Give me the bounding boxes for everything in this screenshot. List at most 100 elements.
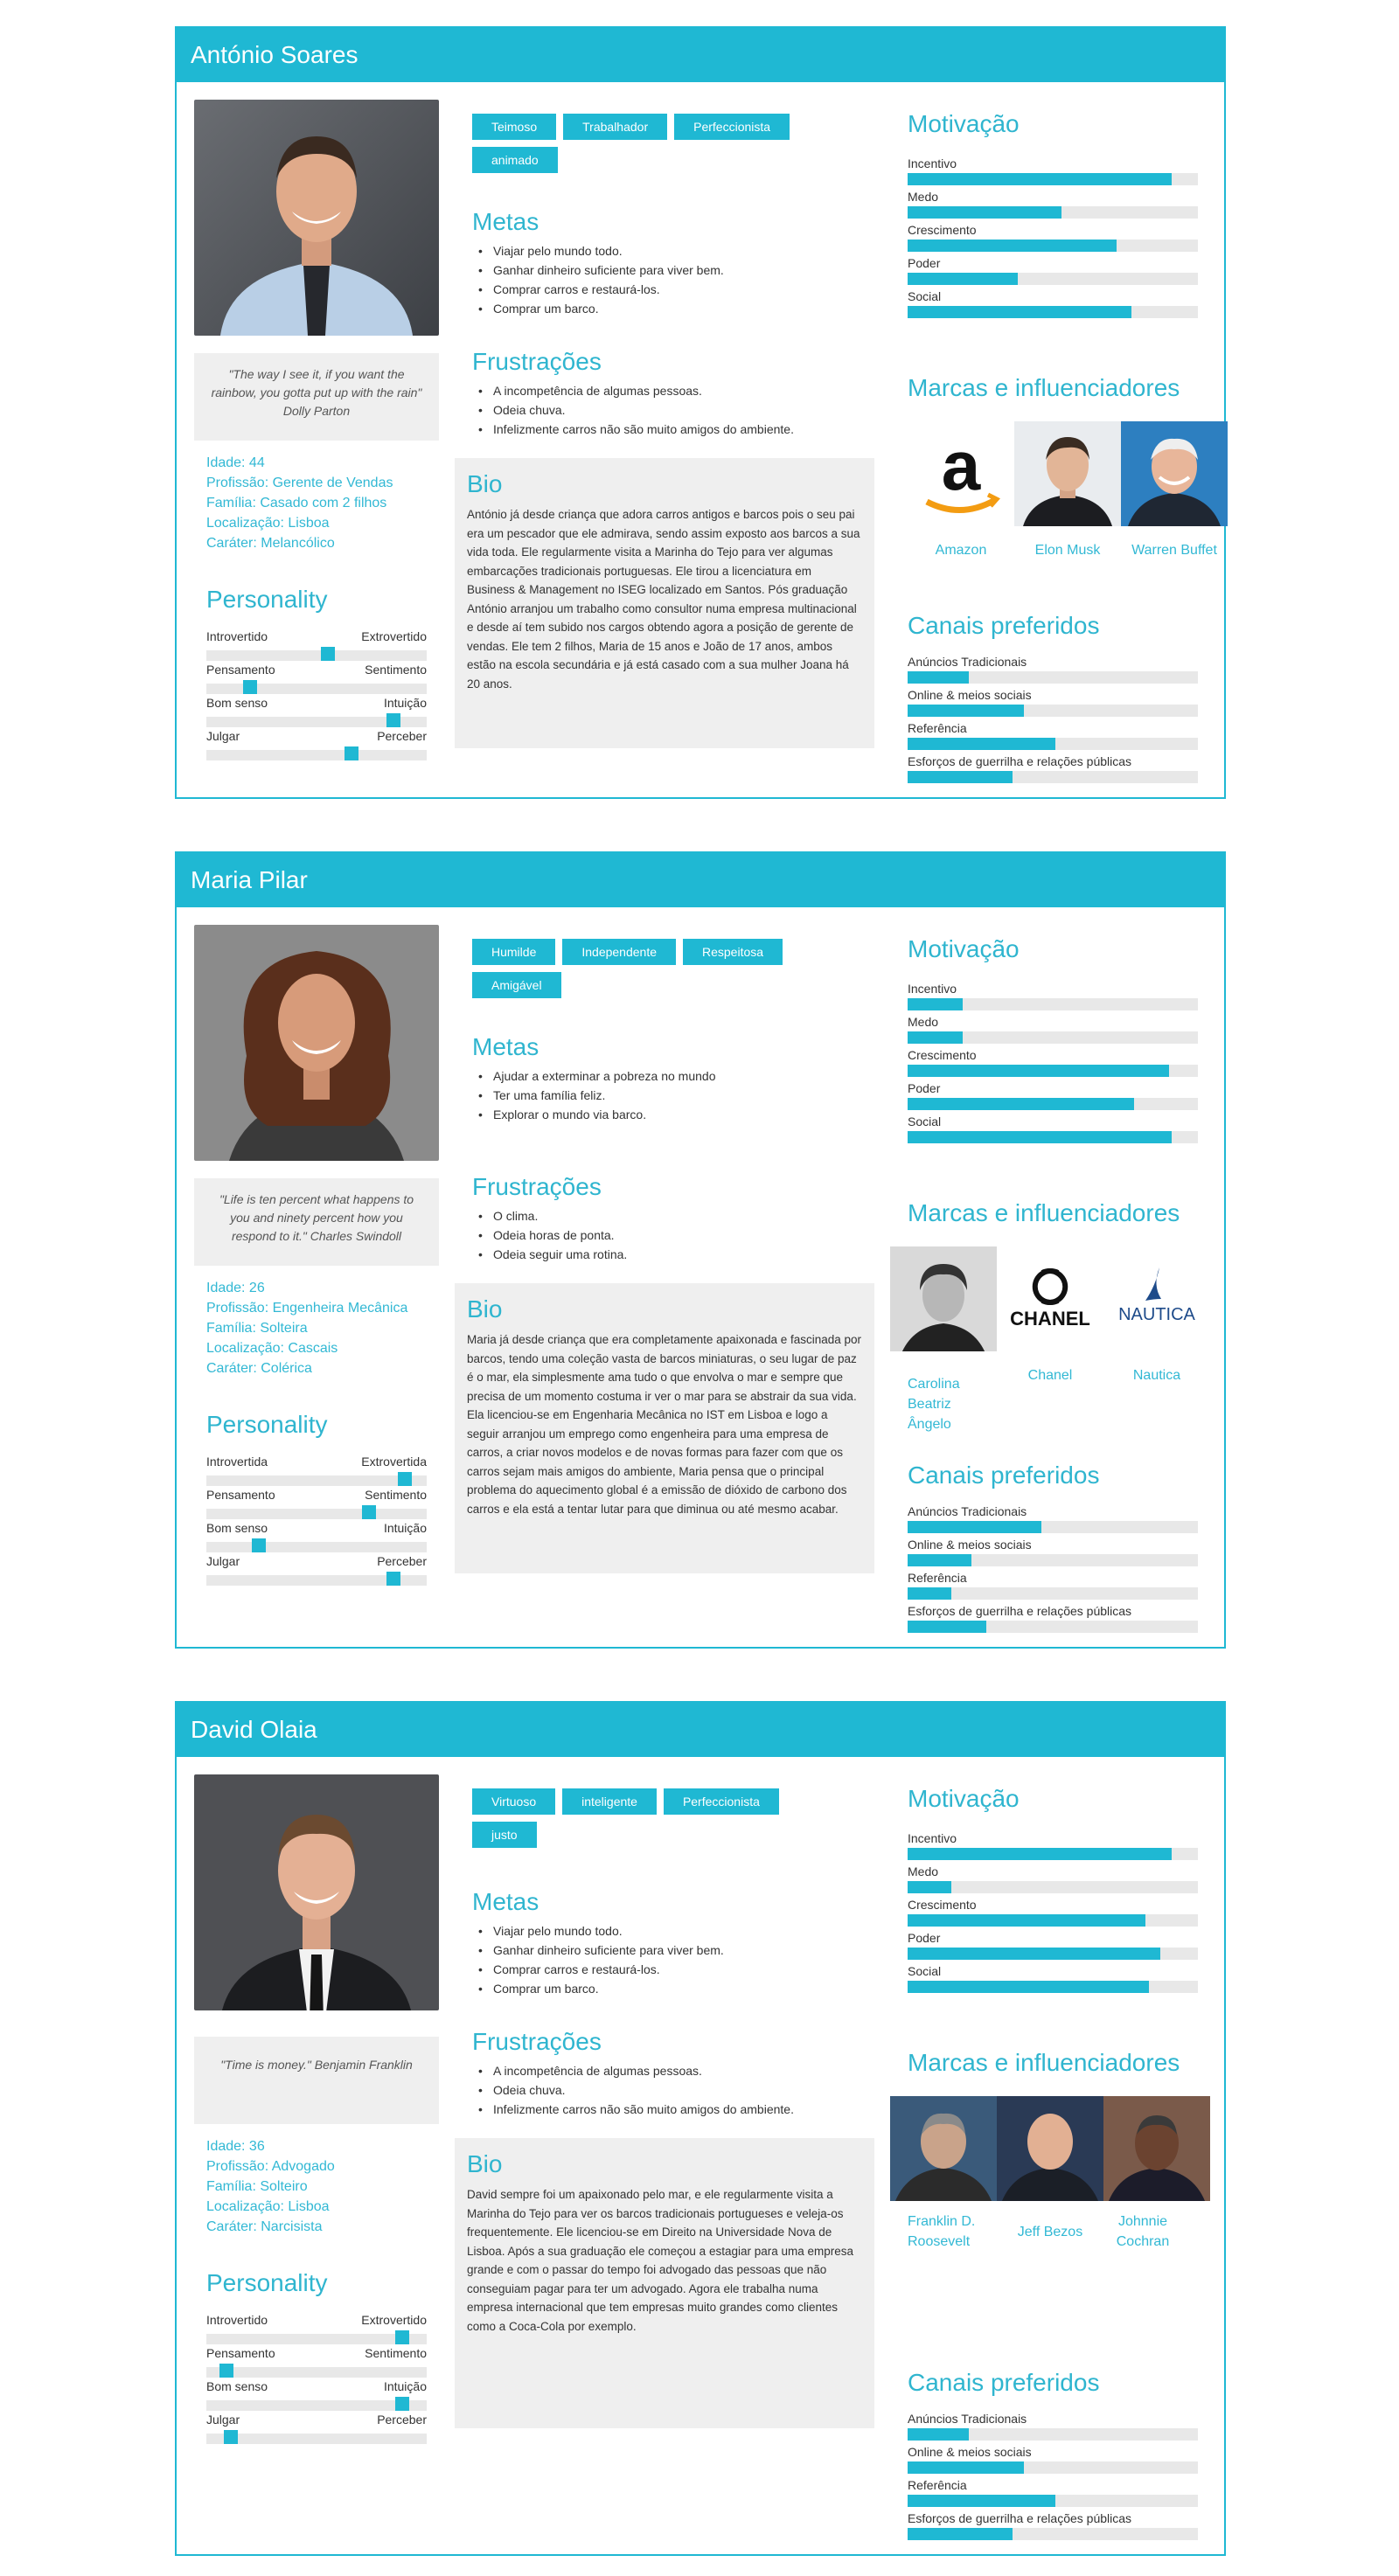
trait-left-label: Bom senso — [206, 2379, 268, 2393]
persona-card: António Soares "The way I see it, if you… — [175, 26, 1228, 799]
bar-fill — [908, 1098, 1134, 1110]
list-item: Odeia seguir uma rotina. — [476, 1245, 895, 1264]
list-item: Viajar pelo mundo todo. — [476, 241, 895, 260]
trait-marker — [362, 1505, 377, 1519]
bar-fill — [908, 1031, 964, 1044]
bar-track — [908, 771, 1198, 783]
list-item: A incompetência de algumas pessoas. — [476, 2061, 895, 2080]
bar-label: Crescimento — [908, 1048, 977, 1062]
trait-track — [206, 2367, 427, 2378]
brand-name: Warren Buffet — [1131, 543, 1217, 558]
bar-track — [908, 671, 1198, 684]
list-item: A incompetência de algumas pessoas. — [476, 381, 895, 400]
trait-left-label: Pensamento — [206, 2346, 275, 2360]
trait-marker — [219, 2364, 233, 2378]
warren-buffet-photo-icon — [1121, 421, 1228, 526]
list-item: Viajar pelo mundo todo. — [476, 1921, 895, 1941]
bar-label: Poder — [908, 1931, 941, 1945]
fact-age: Idade: 36 — [206, 2139, 265, 2154]
bar-track — [908, 1554, 1198, 1566]
persona-facts: Idade: 44 Profissão: Gerente de Vendas F… — [206, 453, 434, 553]
bar-fill — [908, 2428, 969, 2441]
trait-tag: Amigável — [472, 972, 561, 998]
canais-title: Canais preferidos — [908, 1462, 1100, 1489]
bar-fill — [908, 998, 964, 1010]
trait-right-label: Sentimento — [365, 663, 427, 677]
trait-marker — [395, 2397, 410, 2411]
persona-quote: "The way I see it, if you want the rainb… — [194, 353, 439, 441]
trait-marker — [386, 1572, 401, 1586]
johnnie-cochran-photo-icon — [1103, 2096, 1210, 2201]
motivacao-title: Motivação — [908, 110, 1020, 137]
personality-title: Personality — [206, 2269, 328, 2296]
bar-fill — [908, 1981, 1149, 1993]
motivation-bar: Incentivo — [908, 981, 1198, 1014]
bar-fill — [908, 1914, 1146, 1927]
list-item: Comprar um barco. — [476, 1979, 895, 1998]
trait-tag: Independente — [562, 939, 676, 965]
channel-bar: Referência — [908, 720, 1198, 753]
persona-quote: "Life is ten percent what happens to you… — [194, 1178, 439, 1266]
trait-right-label: Sentimento — [365, 1488, 427, 1502]
trait-left-label: Pensamento — [206, 1488, 275, 1502]
list-item: Odeia chuva. — [476, 2080, 895, 2100]
chanel-wordmark: CHANEL — [1010, 1308, 1090, 1330]
brand-name: Nautica — [1132, 1368, 1181, 1383]
bar-label: Social — [908, 1114, 942, 1128]
list-item: Odeia horas de ponta. — [476, 1226, 895, 1245]
trait-track — [206, 1509, 427, 1519]
bar-track — [908, 306, 1198, 318]
motivacao-title: Motivação — [908, 935, 1020, 962]
bar-label: Referência — [908, 1571, 967, 1585]
personality-title: Personality — [206, 1411, 328, 1438]
brand-name: Franklin D. Roosevelt — [908, 2214, 976, 2249]
channel-bar: Anúncios Tradicionais — [908, 654, 1198, 687]
channel-bar: Online & meios sociais — [908, 2444, 1198, 2477]
trait-right-label: Intuição — [383, 696, 427, 710]
personality-title: Personality — [206, 586, 328, 613]
persona-name: David Olaia — [177, 1703, 1224, 1757]
trait-right-label: Extrovertido — [361, 2313, 427, 2327]
motivation-bar: Incentivo — [908, 1830, 1198, 1864]
bio-text: David sempre foi um apaixonado pelo mar,… — [467, 2188, 854, 2333]
fact-profession: Profissão: Gerente de Vendas — [206, 476, 393, 490]
bar-label: Online & meios sociais — [908, 1538, 1032, 1552]
motivation-bar: Poder — [908, 1930, 1198, 1963]
trait-right-label: Perceber — [377, 1554, 427, 1568]
motivation-bar: Crescimento — [908, 1897, 1198, 1930]
frustracoes-title: Frustrações — [472, 2028, 602, 2055]
trait-right-label: Intuição — [383, 2379, 427, 2393]
list-item: Ter uma família feliz. — [476, 1086, 895, 1105]
bio-panel: Bio David sempre foi um apaixonado pelo … — [455, 2138, 874, 2428]
bar-fill — [908, 1587, 951, 1600]
bar-label: Medo — [908, 190, 939, 204]
trait-tag: Humilde — [472, 939, 556, 965]
persona-photo — [194, 1774, 439, 2010]
list-item: Ajudar a exterminar a pobreza no mundo — [476, 1066, 895, 1086]
bar-fill — [908, 705, 1024, 717]
trait-right-label: Extrovertida — [361, 1455, 427, 1469]
bar-label: Referência — [908, 721, 967, 735]
channel-bar: Esforços de guerrilha e relações pública… — [908, 2510, 1198, 2544]
bar-track — [908, 1131, 1198, 1143]
bar-track — [908, 705, 1198, 717]
channel-bar: Anúncios Tradicionais — [908, 2411, 1198, 2444]
bar-label: Poder — [908, 256, 941, 270]
trait-left-label: Julgar — [206, 729, 240, 743]
fact-age: Idade: 44 — [206, 455, 265, 470]
trait-row: Julgar Perceber — [206, 2413, 427, 2448]
bar-fill — [908, 2495, 1056, 2507]
channel-bar: Esforços de guerrilha e relações pública… — [908, 753, 1198, 787]
bar-label: Referência — [908, 2478, 967, 2492]
brand-name: Jeff Bezos — [1017, 2225, 1083, 2239]
bar-label: Esforços de guerrilha e relações pública… — [908, 1604, 1132, 1618]
motivation-bar: Poder — [908, 1080, 1198, 1114]
bar-track — [908, 738, 1198, 750]
motivation-bar: Social — [908, 1114, 1198, 1147]
bar-track — [908, 1981, 1198, 1993]
canais-title: Canais preferidos — [908, 2369, 1100, 2396]
persona-photo — [194, 925, 439, 1161]
list-item: Ganhar dinheiro suficiente para viver be… — [476, 1941, 895, 1960]
trait-marker — [397, 1472, 412, 1486]
elon-musk-photo-icon — [1014, 421, 1121, 526]
